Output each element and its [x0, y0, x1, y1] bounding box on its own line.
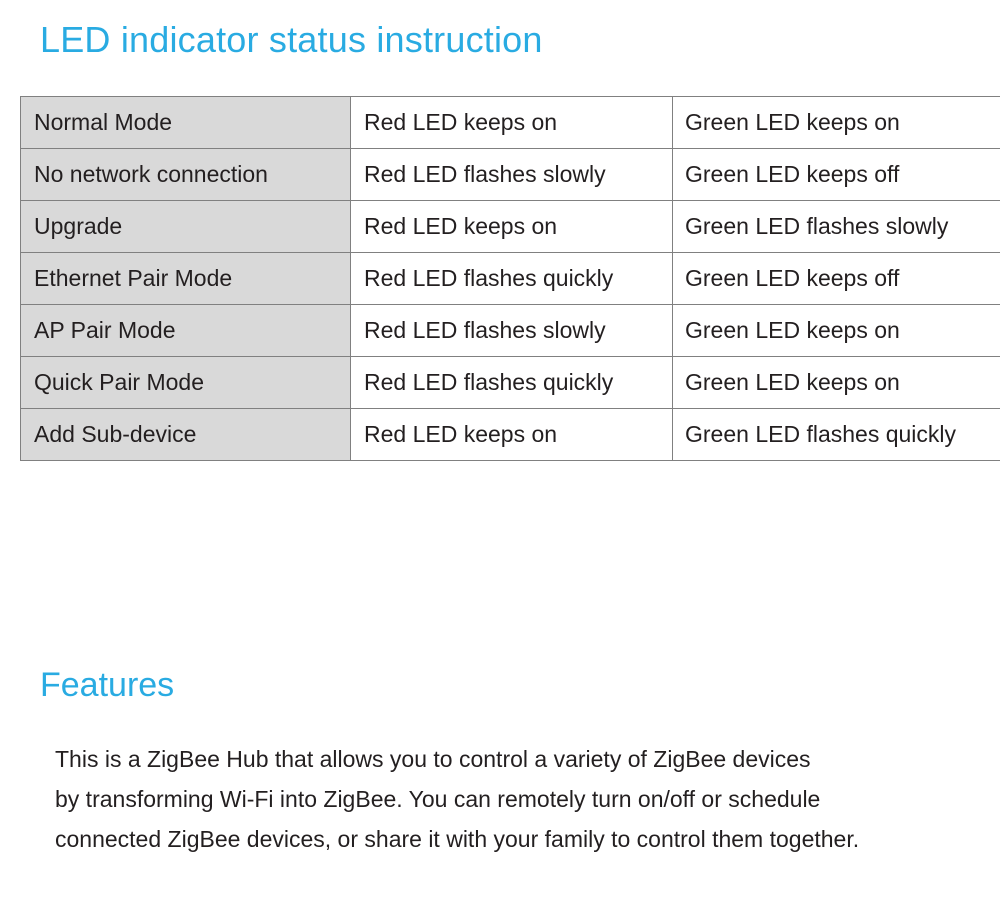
table-row: Add Sub-device Red LED keeps on Green LE… — [20, 408, 1000, 461]
table-row: Ethernet Pair Mode Red LED flashes quick… — [20, 252, 1000, 305]
table-cell-green-led: Green LED flashes slowly — [672, 200, 1000, 253]
table-cell-red-led: Red LED keeps on — [350, 200, 673, 253]
table-cell-mode: Upgrade — [20, 200, 351, 253]
table-cell-red-led: Red LED keeps on — [350, 96, 673, 149]
table-cell-green-led: Green LED keeps off — [672, 148, 1000, 201]
table-cell-mode: Quick Pair Mode — [20, 356, 351, 409]
table-cell-red-led: Red LED flashes quickly — [350, 252, 673, 305]
page-title: LED indicator status instruction — [40, 19, 543, 60]
features-paragraph-line: connected ZigBee devices, or share it wi… — [55, 826, 860, 852]
table-cell-green-led: Green LED keeps on — [672, 96, 1000, 149]
table-cell-red-led: Red LED flashes quickly — [350, 356, 673, 409]
table-cell-red-led: Red LED keeps on — [350, 408, 673, 461]
table-cell-mode: No network connection — [20, 148, 351, 201]
table-cell-red-led: Red LED flashes slowly — [350, 304, 673, 357]
table-row: AP Pair Mode Red LED flashes slowly Gree… — [20, 304, 1000, 357]
table-row: Quick Pair Mode Red LED flashes quickly … — [20, 356, 1000, 409]
features-paragraph-line: This is a ZigBee Hub that allows you to … — [55, 746, 811, 772]
table-cell-green-led: Green LED flashes quickly — [672, 408, 1000, 461]
table-cell-green-led: Green LED keeps on — [672, 356, 1000, 409]
table-row: Upgrade Red LED keeps on Green LED flash… — [20, 200, 1000, 253]
table-cell-green-led: Green LED keeps off — [672, 252, 1000, 305]
features-heading: Features — [40, 666, 175, 704]
table-cell-mode: Ethernet Pair Mode — [20, 252, 351, 305]
led-status-table: Normal Mode Red LED keeps on Green LED k… — [20, 96, 1000, 461]
table-cell-green-led: Green LED keeps on — [672, 304, 1000, 357]
table-cell-mode: Normal Mode — [20, 96, 351, 149]
table-cell-mode: Add Sub-device — [20, 408, 351, 461]
features-paragraph: This is a ZigBee Hub that allows you to … — [55, 739, 985, 859]
table-cell-mode: AP Pair Mode — [20, 304, 351, 357]
led-status-table-body: Normal Mode Red LED keeps on Green LED k… — [20, 96, 1000, 461]
table-row: No network connection Red LED flashes sl… — [20, 148, 1000, 201]
table-cell-red-led: Red LED flashes slowly — [350, 148, 673, 201]
table-row: Normal Mode Red LED keeps on Green LED k… — [20, 96, 1000, 149]
features-paragraph-line: by transforming Wi-Fi into ZigBee. You c… — [55, 786, 821, 812]
